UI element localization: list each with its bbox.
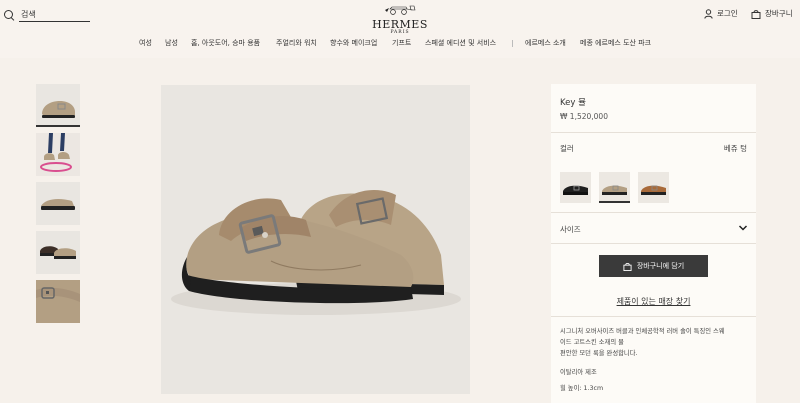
description-line: 이드 고트스킨 소재의 뮬 <box>560 339 624 346</box>
user-icon <box>704 8 713 19</box>
nav-item-home-outdoor[interactable]: 홈, 아웃도어, 승마 용품 <box>191 38 260 48</box>
search-input[interactable] <box>19 8 90 22</box>
nav-divider <box>512 40 513 47</box>
description-line: 시그니처 오버사이즈 버클과 인체공학적 러버 솔이 특징인 스웨 <box>560 328 725 335</box>
login-label: 로그인 <box>717 9 738 18</box>
login-link[interactable]: 로그인 <box>704 8 738 19</box>
search-bar[interactable] <box>3 8 90 22</box>
nav-item-special-editions[interactable]: 스페셜 에디션 및 서비스 <box>425 38 496 48</box>
thumbnail-2[interactable] <box>36 133 80 176</box>
nav-item-maison-dosan[interactable]: 메종 에르메스 도산 파크 <box>580 38 651 48</box>
color-swatch-black[interactable] <box>560 172 591 203</box>
color-value: 베쥬 텅 <box>723 144 747 153</box>
divider <box>551 243 756 244</box>
product-main-image[interactable] <box>161 85 470 394</box>
site-header: HERMES PARIS 로그인 장바구니 여성 남성 홈, 아웃도어, 승마 … <box>0 0 800 58</box>
carriage-logo-icon <box>385 5 416 15</box>
thumbnail-3[interactable] <box>36 182 80 225</box>
cart-label: 장바구니 <box>765 9 793 18</box>
color-label: 컬러 <box>560 144 574 153</box>
search-icon[interactable] <box>3 9 15 21</box>
cart-link[interactable]: 장바구니 <box>751 8 793 19</box>
thumbnail-1[interactable] <box>36 84 80 127</box>
description-line: 편안한 모던 룩을 완성합니다. <box>560 350 638 357</box>
main-nav: 여성 남성 홈, 아웃도어, 승마 용품 주얼리와 워치 향수와 메이크업 기프… <box>0 38 800 50</box>
add-to-cart-label: 장바구니에 담기 <box>636 262 685 270</box>
thumbnail-4[interactable] <box>36 231 80 274</box>
thumbnail-5[interactable] <box>36 280 80 323</box>
heel-height-text: 힐 높이: 1.3cm <box>560 385 604 392</box>
product-info-panel: Key 뮬 ₩ 1,520,000 컬러 베쥬 텅 사이즈 장바구니에 담기 제… <box>551 84 756 403</box>
product-description: 시그니처 오버사이즈 버클과 인체공학적 러버 솔이 특징인 스웨 이드 고트스… <box>560 326 750 359</box>
divider <box>551 132 756 133</box>
divider <box>551 212 756 213</box>
made-in-text: 이탈리아 제조 <box>560 369 597 376</box>
color-swatch-tan[interactable] <box>638 172 669 203</box>
nav-item-fragrance[interactable]: 향수와 메이크업 <box>330 38 377 48</box>
nav-item-gifts[interactable]: 기프트 <box>392 38 411 48</box>
find-in-store-link[interactable]: 제품이 있는 매장 찾기 <box>551 296 756 307</box>
shopping-bag-icon <box>751 9 761 19</box>
nav-item-women[interactable]: 여성 <box>139 38 152 48</box>
brand-name: HERMES <box>372 18 428 31</box>
nav-item-about[interactable]: 에르메스 소개 <box>525 38 566 48</box>
hermes-logo[interactable]: HERMES PARIS <box>360 0 440 36</box>
nav-item-jewelry-watches[interactable]: 주얼리와 워치 <box>276 38 317 48</box>
shopping-bag-icon <box>623 262 632 271</box>
nav-item-men[interactable]: 남성 <box>165 38 178 48</box>
chevron-down-icon[interactable] <box>738 223 748 233</box>
color-swatch-beige[interactable] <box>599 172 630 203</box>
add-to-cart-button[interactable]: 장바구니에 담기 <box>599 255 708 277</box>
product-price: ₩ 1,520,000 <box>560 112 608 121</box>
divider <box>551 316 756 317</box>
size-label[interactable]: 사이즈 <box>560 224 581 235</box>
product-title: Key 뮬 <box>560 98 586 108</box>
